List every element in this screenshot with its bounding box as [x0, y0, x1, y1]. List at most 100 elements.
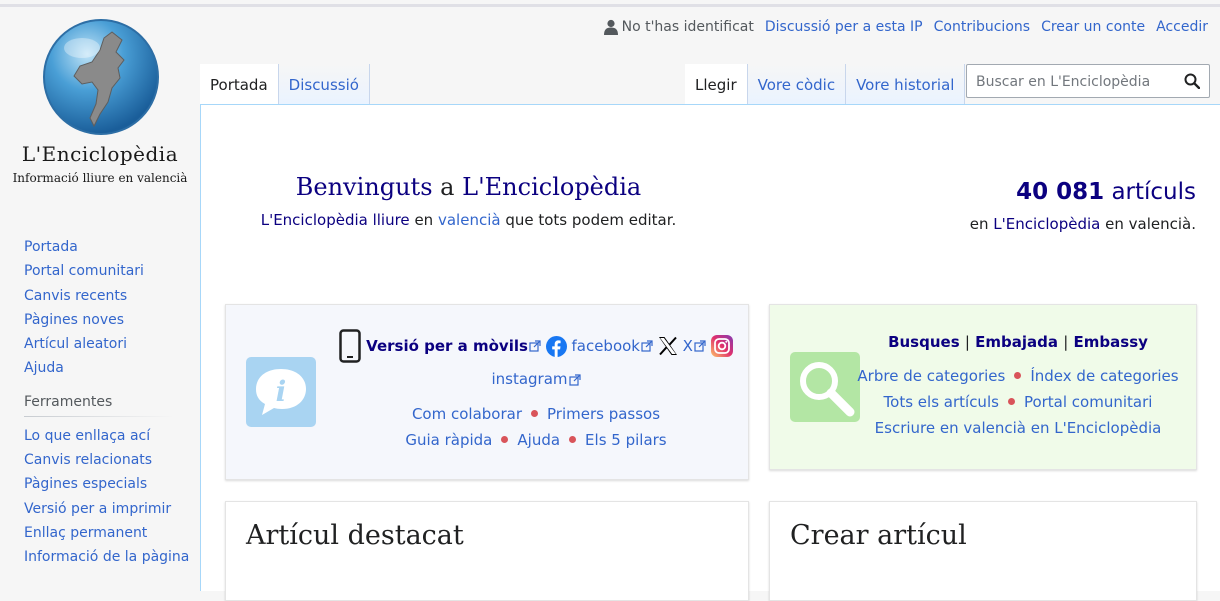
featured-article-box: Artícul destacat — [225, 501, 749, 601]
main-content: Benvinguts a L'Enciclopèdia L'Enciclopèd… — [200, 104, 1220, 601]
tots-articuls-link[interactable]: Tots els artículs — [884, 393, 999, 411]
anon-user-label: No t'has identificat — [621, 19, 754, 35]
welcome-sub-word: en — [414, 211, 434, 229]
separator: | — [1063, 333, 1069, 351]
sidebar: Portada Portal comunitari Canvis recents… — [24, 238, 194, 573]
welcome-subtitle: L'Enciclopèdia lliure en valencià que to… — [201, 211, 736, 229]
portal-comunitari-link[interactable]: Portal comunitari — [1024, 393, 1153, 411]
user-links: No t'has identificat Discussió per a est… — [603, 19, 1208, 35]
sidebar-tools: Lo que enllaça ací Canvis relacionats Pà… — [24, 427, 194, 573]
logo-title: L'Enciclopèdia — [21, 142, 179, 166]
namespace-tabs: Portada Discussió — [200, 64, 370, 104]
busques-link[interactable]: Busques — [888, 333, 960, 351]
ajuda-link[interactable]: Ajuda — [517, 431, 560, 449]
talk-ip-link[interactable]: Discussió per a esta IP — [765, 19, 923, 35]
bullet-dot — [1007, 398, 1015, 405]
welcome-link[interactable]: Benvinguts — [296, 173, 433, 201]
bullet-dot — [531, 410, 538, 417]
instagram-link[interactable]: instagram — [491, 370, 567, 388]
info-bubble-icon: i — [246, 357, 316, 427]
x-link[interactable]: X — [683, 337, 693, 355]
welcome-word: a — [440, 173, 455, 201]
article-count-link[interactable]: 40 081 — [1016, 179, 1104, 205]
x-logo-icon — [658, 336, 677, 356]
svg-text:i: i — [276, 375, 287, 408]
anon-user: No t'has identificat — [603, 19, 754, 35]
tab-portada[interactable]: Portada — [200, 64, 279, 104]
bullet-dot — [569, 436, 577, 443]
free-encyclopedia-link[interactable]: L'Enciclopèdia lliure — [261, 211, 410, 229]
view-tabs: Llegir Vore còdic Vore historial — [685, 64, 966, 104]
escriure-valencia-link[interactable]: Escriure en valencià en L'Enciclopèdia — [875, 419, 1162, 437]
tab-discussio[interactable]: Discussió — [278, 64, 370, 104]
stats-site-link[interactable]: L'Enciclopèdia — [993, 215, 1100, 233]
sidebar-item-pagines-noves[interactable]: Pàgines noves — [24, 312, 124, 328]
embajada-link[interactable]: Embajada — [975, 333, 1058, 351]
login-link[interactable]: Accedir — [1156, 19, 1208, 35]
featured-article-title: Artícul destacat — [246, 520, 464, 551]
create-article-box: Crear artícul — [769, 501, 1197, 601]
index-categories-link[interactable]: Índex de categories — [1030, 367, 1178, 385]
stats-sub-word: en — [969, 215, 989, 233]
welcome-block: Benvinguts a L'Enciclopèdia L'Enciclopèd… — [201, 173, 736, 229]
external-link-icon — [641, 340, 653, 352]
sidebar-item-lo-que-enllaca[interactable]: Lo que enllaça ací — [24, 428, 150, 444]
user-icon — [603, 19, 618, 35]
search-icon[interactable] — [1184, 73, 1200, 89]
sidebar-item-pagines-especials[interactable]: Pàgines especials — [24, 476, 147, 492]
sidebar-item-portada[interactable]: Portada — [24, 239, 78, 255]
instagram-icon — [710, 335, 733, 357]
mobile-version-link[interactable]: Versió per a mòvils — [366, 337, 528, 355]
article-count: 40 081 artículs — [970, 179, 1196, 205]
sidebar-item-ajuda[interactable]: Ajuda — [24, 360, 64, 376]
bullet-dot — [1014, 372, 1022, 379]
sidebar-item-informacio-pagina[interactable]: Informació de la pàgina — [24, 549, 189, 565]
external-link-icon — [568, 373, 581, 386]
categories-box: Busques | Embajada | Embassy Arbre de ca… — [769, 304, 1197, 470]
external-link-icon — [694, 340, 706, 352]
separator: | — [964, 333, 970, 351]
create-account-link[interactable]: Crear un conte — [1041, 19, 1145, 35]
search-input[interactable] — [974, 66, 1183, 98]
site-logo[interactable]: L'Enciclopèdia Informació lliure en vale… — [0, 14, 200, 194]
sidebar-item-portal-comunitari[interactable]: Portal comunitari — [24, 263, 144, 279]
logo-subtitle: Informació lliure en valencià — [12, 171, 188, 185]
primers-passos-link[interactable]: Primers passos — [547, 405, 660, 423]
sidebar-item-enllac-permanent[interactable]: Enllaç permanent — [24, 525, 147, 541]
sidebar-item-articul-aleatori[interactable]: Artícul aleatori — [24, 336, 127, 352]
sidebar-tools-heading: Ferramentes — [24, 393, 113, 410]
bullet-dot — [501, 436, 509, 443]
mobile-phone-icon — [339, 329, 362, 363]
categories-header: Busques | Embajada | Embassy — [840, 329, 1196, 355]
valencian-link[interactable]: valencià — [438, 211, 501, 229]
globe-logo-icon — [43, 19, 159, 135]
top-border — [0, 4, 1220, 7]
tab-vore-codic[interactable]: Vore còdic — [747, 64, 847, 104]
sidebar-navigation: Portada Portal comunitari Canvis recents… — [24, 238, 194, 384]
categories-links: Busques | Embajada | Embassy Arbre de ca… — [840, 329, 1196, 441]
search-box — [966, 64, 1210, 98]
external-link-icon — [529, 340, 541, 352]
embassy-link[interactable]: Embassy — [1074, 333, 1148, 351]
welcome-site-link[interactable]: L'Enciclopèdia — [462, 173, 641, 201]
stats-sub-tail: en valencià. — [1105, 215, 1196, 233]
facebook-icon — [545, 335, 567, 357]
arbre-categories-link[interactable]: Arbre de categories — [857, 367, 1005, 385]
tab-vore-historial[interactable]: Vore historial — [846, 64, 966, 104]
sidebar-item-canvis-relacionats[interactable]: Canvis relacionats — [24, 452, 152, 468]
tab-llegir[interactable]: Llegir — [685, 64, 748, 104]
sidebar-divider — [24, 415, 174, 417]
sidebar-item-versio-imprimir[interactable]: Versió per a imprimir — [24, 501, 171, 517]
welcome-sub-tail: que tots podem editar. — [505, 211, 677, 229]
social-links: Versió per a mòvils facebook X instagram — [326, 329, 746, 396]
guia-rapida-link[interactable]: Guia ràpida — [405, 431, 492, 449]
com-colaborar-link[interactable]: Com colaborar — [412, 405, 522, 423]
facebook-link[interactable]: facebook — [571, 337, 640, 355]
welcome-title: Benvinguts a L'Enciclopèdia — [201, 173, 736, 201]
cinc-pilars-link[interactable]: Els 5 pilars — [585, 431, 667, 449]
article-stats: 40 081 artículs en L'Enciclopèdia en val… — [970, 179, 1196, 233]
contributions-link[interactable]: Contribucions — [934, 19, 1030, 35]
article-unit: artículs — [1111, 179, 1196, 205]
sidebar-item-canvis-recents[interactable]: Canvis recents — [24, 288, 127, 304]
create-article-title: Crear artícul — [790, 520, 967, 551]
